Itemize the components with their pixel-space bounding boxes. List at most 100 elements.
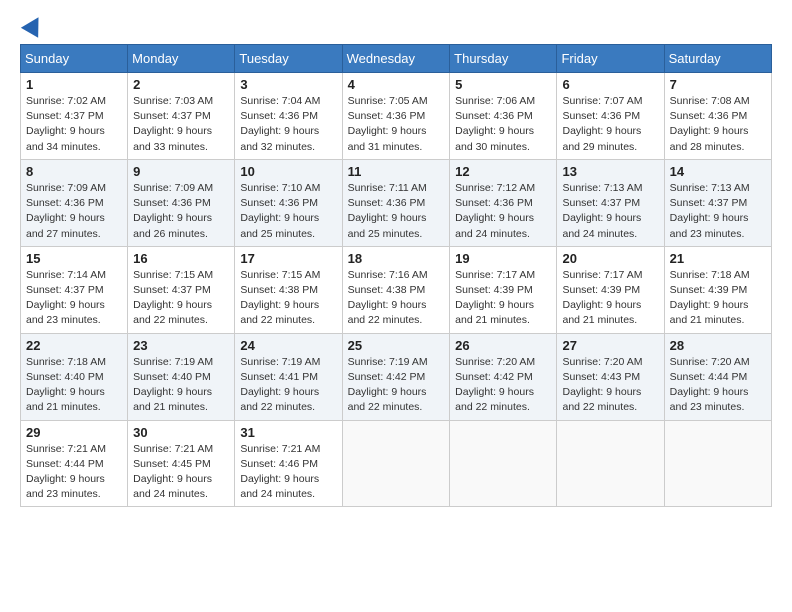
day-info: Sunrise: 7:04 AMSunset: 4:36 PMDaylight:…: [240, 94, 336, 155]
day-number: 14: [670, 164, 766, 179]
day-info: Sunrise: 7:21 AMSunset: 4:45 PMDaylight:…: [133, 442, 229, 503]
day-info: Sunrise: 7:09 AMSunset: 4:36 PMDaylight:…: [26, 181, 122, 242]
calendar-cell: 27 Sunrise: 7:20 AMSunset: 4:43 PMDayligh…: [557, 333, 664, 420]
calendar-cell: 11 Sunrise: 7:11 AMSunset: 4:36 PMDayligh…: [342, 159, 450, 246]
day-number: 12: [455, 164, 551, 179]
day-number: 30: [133, 425, 229, 440]
day-number: 11: [348, 164, 445, 179]
calendar-cell: 13 Sunrise: 7:13 AMSunset: 4:37 PMDayligh…: [557, 159, 664, 246]
day-info: Sunrise: 7:05 AMSunset: 4:36 PMDaylight:…: [348, 94, 445, 155]
day-number: 15: [26, 251, 122, 266]
calendar-week-row: 8 Sunrise: 7:09 AMSunset: 4:36 PMDaylight…: [21, 159, 772, 246]
calendar-cell: 10 Sunrise: 7:10 AMSunset: 4:36 PMDayligh…: [235, 159, 342, 246]
day-number: 17: [240, 251, 336, 266]
day-number: 16: [133, 251, 229, 266]
column-header-thursday: Thursday: [450, 45, 557, 73]
calendar-cell: [664, 420, 771, 507]
calendar-cell: [557, 420, 664, 507]
day-info: Sunrise: 7:06 AMSunset: 4:36 PMDaylight:…: [455, 94, 551, 155]
calendar-cell: 9Sunrise: 7:09 AMSunset: 4:36 PMDaylight…: [128, 159, 235, 246]
calendar-cell: 31 Sunrise: 7:21 AMSunset: 4:46 PMDayligh…: [235, 420, 342, 507]
day-info: Sunrise: 7:15 AMSunset: 4:37 PMDaylight:…: [133, 268, 229, 329]
calendar-week-row: 22Sunrise: 7:18 AMSunset: 4:40 PMDayligh…: [21, 333, 772, 420]
calendar-cell: 7Sunrise: 7:08 AMSunset: 4:36 PMDaylight…: [664, 73, 771, 160]
day-number: 8: [26, 164, 122, 179]
day-number: 31: [240, 425, 336, 440]
day-number: 2: [133, 77, 229, 92]
calendar-cell: 8 Sunrise: 7:09 AMSunset: 4:36 PMDaylight…: [21, 159, 128, 246]
calendar-cell: 30 Sunrise: 7:21 AMSunset: 4:45 PMDayligh…: [128, 420, 235, 507]
column-header-tuesday: Tuesday: [235, 45, 342, 73]
day-info: Sunrise: 7:16 AMSunset: 4:38 PMDaylight:…: [348, 268, 445, 329]
calendar-cell: 15 Sunrise: 7:14 AMSunset: 4:37 PMDayligh…: [21, 246, 128, 333]
day-info: Sunrise: 7:15 AMSunset: 4:38 PMDaylight:…: [240, 268, 336, 329]
day-info: Sunrise: 7:13 AMSunset: 4:37 PMDaylight:…: [562, 181, 658, 242]
calendar-cell: 26Sunrise: 7:20 AMSunset: 4:42 PMDayligh…: [450, 333, 557, 420]
day-info: Sunrise: 7:19 AMSunset: 4:42 PMDaylight:…: [348, 355, 445, 416]
calendar-cell: 14 Sunrise: 7:13 AMSunset: 4:37 PMDayligh…: [664, 159, 771, 246]
column-header-wednesday: Wednesday: [342, 45, 450, 73]
day-info: Sunrise: 7:10 AMSunset: 4:36 PMDaylight:…: [240, 181, 336, 242]
column-header-monday: Monday: [128, 45, 235, 73]
day-info: Sunrise: 7:03 AMSunset: 4:37 PMDaylight:…: [133, 94, 229, 155]
day-number: 29: [26, 425, 122, 440]
calendar-cell: [450, 420, 557, 507]
calendar-cell: 21 Sunrise: 7:18 AMSunset: 4:39 PMDayligh…: [664, 246, 771, 333]
calendar-cell: 18 Sunrise: 7:16 AMSunset: 4:38 PMDayligh…: [342, 246, 450, 333]
day-number: 18: [348, 251, 445, 266]
day-number: 21: [670, 251, 766, 266]
day-info: Sunrise: 7:13 AMSunset: 4:37 PMDaylight:…: [670, 181, 766, 242]
day-info: Sunrise: 7:20 AMSunset: 4:43 PMDaylight:…: [562, 355, 658, 416]
calendar-cell: 19Sunrise: 7:17 AMSunset: 4:39 PMDayligh…: [450, 246, 557, 333]
calendar-cell: 4Sunrise: 7:05 AMSunset: 4:36 PMDaylight…: [342, 73, 450, 160]
day-info: Sunrise: 7:09 AMSunset: 4:36 PMDaylight:…: [133, 181, 229, 242]
day-number: 13: [562, 164, 658, 179]
day-number: 6: [562, 77, 658, 92]
day-number: 25: [348, 338, 445, 353]
day-info: Sunrise: 7:11 AMSunset: 4:36 PMDaylight:…: [348, 181, 445, 242]
day-info: Sunrise: 7:14 AMSunset: 4:37 PMDaylight:…: [26, 268, 122, 329]
day-info: Sunrise: 7:21 AMSunset: 4:44 PMDaylight:…: [26, 442, 122, 503]
day-number: 24: [240, 338, 336, 353]
day-info: Sunrise: 7:08 AMSunset: 4:36 PMDaylight:…: [670, 94, 766, 155]
day-info: Sunrise: 7:20 AMSunset: 4:44 PMDaylight:…: [670, 355, 766, 416]
logo-triangle-icon: [21, 12, 47, 38]
calendar-cell: 2 Sunrise: 7:03 AMSunset: 4:37 PMDaylight…: [128, 73, 235, 160]
calendar-cell: 3 Sunrise: 7:04 AMSunset: 4:36 PMDaylight…: [235, 73, 342, 160]
day-info: Sunrise: 7:17 AMSunset: 4:39 PMDaylight:…: [562, 268, 658, 329]
day-number: 5: [455, 77, 551, 92]
calendar-cell: 23 Sunrise: 7:19 AMSunset: 4:40 PMDayligh…: [128, 333, 235, 420]
day-number: 23: [133, 338, 229, 353]
calendar-cell: 20 Sunrise: 7:17 AMSunset: 4:39 PMDayligh…: [557, 246, 664, 333]
calendar-cell: 5 Sunrise: 7:06 AMSunset: 4:36 PMDaylight…: [450, 73, 557, 160]
calendar-cell: 25 Sunrise: 7:19 AMSunset: 4:42 PMDayligh…: [342, 333, 450, 420]
day-info: Sunrise: 7:07 AMSunset: 4:36 PMDaylight:…: [562, 94, 658, 155]
day-info: Sunrise: 7:02 AMSunset: 4:37 PMDaylight:…: [26, 94, 122, 155]
day-number: 28: [670, 338, 766, 353]
day-number: 20: [562, 251, 658, 266]
calendar-week-row: 15 Sunrise: 7:14 AMSunset: 4:37 PMDayligh…: [21, 246, 772, 333]
logo: [20, 16, 44, 34]
day-number: 22: [26, 338, 122, 353]
calendar-cell: 6 Sunrise: 7:07 AMSunset: 4:36 PMDaylight…: [557, 73, 664, 160]
day-info: Sunrise: 7:12 AMSunset: 4:36 PMDaylight:…: [455, 181, 551, 242]
calendar-cell: 22Sunrise: 7:18 AMSunset: 4:40 PMDayligh…: [21, 333, 128, 420]
day-info: Sunrise: 7:21 AMSunset: 4:46 PMDaylight:…: [240, 442, 336, 503]
calendar-cell: 24 Sunrise: 7:19 AMSunset: 4:41 PMDayligh…: [235, 333, 342, 420]
column-header-sunday: Sunday: [21, 45, 128, 73]
page-header: [20, 16, 772, 34]
day-number: 26: [455, 338, 551, 353]
calendar-week-row: 29 Sunrise: 7:21 AMSunset: 4:44 PMDayligh…: [21, 420, 772, 507]
day-info: Sunrise: 7:18 AMSunset: 4:39 PMDaylight:…: [670, 268, 766, 329]
calendar-table: SundayMondayTuesdayWednesdayThursdayFrid…: [20, 44, 772, 507]
day-number: 10: [240, 164, 336, 179]
column-header-friday: Friday: [557, 45, 664, 73]
day-info: Sunrise: 7:19 AMSunset: 4:40 PMDaylight:…: [133, 355, 229, 416]
day-number: 1: [26, 77, 122, 92]
calendar-week-row: 1 Sunrise: 7:02 AMSunset: 4:37 PMDaylight…: [21, 73, 772, 160]
day-info: Sunrise: 7:19 AMSunset: 4:41 PMDaylight:…: [240, 355, 336, 416]
calendar-cell: 17 Sunrise: 7:15 AMSunset: 4:38 PMDayligh…: [235, 246, 342, 333]
calendar-cell: [342, 420, 450, 507]
day-number: 27: [562, 338, 658, 353]
day-number: 3: [240, 77, 336, 92]
